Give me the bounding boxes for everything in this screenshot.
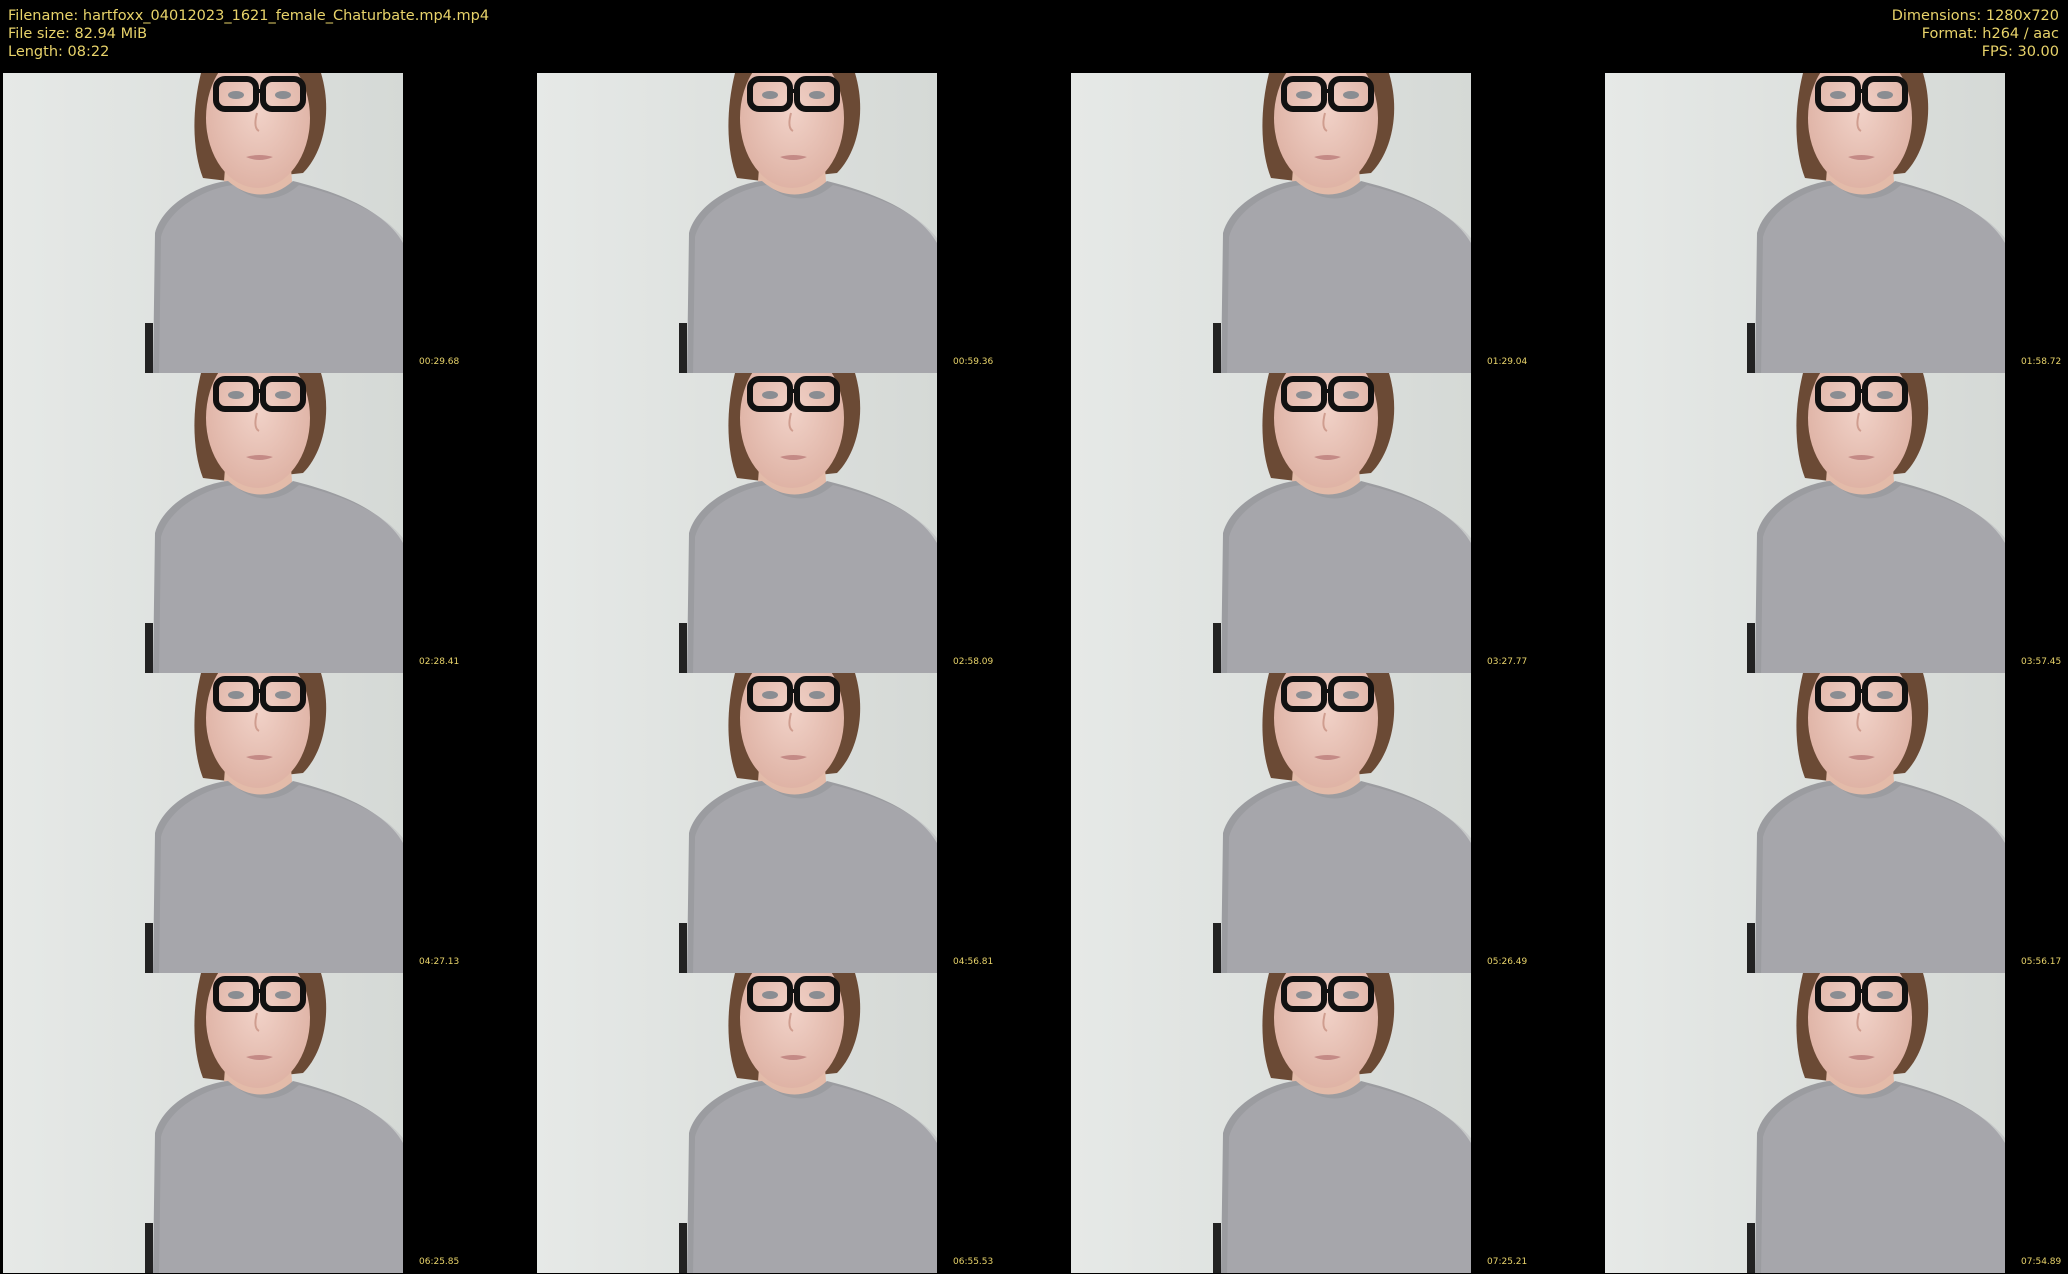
thumbnail-timestamp: 01:58.72 [2021,357,2062,367]
thumbnail-frame [1605,373,2005,673]
video-info: Dimensions: 1280x720 Format: h264 / aac … [1892,7,2059,61]
thumbnail: 06:25.85 [3,973,536,1273]
format-text: Format: h264 / aac [1921,26,2059,42]
thumbnail-timestamp: 00:59.36 [953,357,994,367]
thumbnail-frame [537,673,937,973]
thumbnail: 07:54.89 [1605,973,2068,1273]
thumbnail-timestamp: 02:58.09 [953,657,994,667]
thumbnail-frame [3,373,403,673]
thumbnail: 04:27.13 [3,673,536,973]
filename-text: Filename: hartfoxx_04012023_1621_female_… [8,8,490,24]
thumbnail-frame [537,373,937,673]
dimensions-text: Dimensions: 1280x720 [1891,8,2059,24]
thumbnail: 05:56.17 [1605,673,2068,973]
thumbnail-timestamp: 01:29.04 [1487,357,1528,367]
thumbnail-timestamp: 04:56.81 [953,957,994,967]
thumbnail: 03:57.45 [1605,373,2068,673]
thumbnail-frame [1605,73,2005,373]
thumbnail-frame [3,73,403,373]
length-text: Length: 08:22 [8,44,110,60]
thumbnail-timestamp: 03:57.45 [2021,657,2062,667]
thumbnail-timestamp: 05:26.49 [1487,957,1528,967]
thumbnail-timestamp: 06:55.53 [953,1257,994,1267]
thumbnail-frame [1071,73,1471,373]
thumbnail: 00:59.36 [537,73,1070,373]
thumbnail-timestamp: 00:29.68 [419,357,460,367]
thumbnail-grid: 00:29.68 00:59.36 01:29.04 01:58.72 02:2… [3,73,2068,1274]
thumbnail-frame [1071,373,1471,673]
thumbnail-timestamp: 07:25.21 [1487,1257,1528,1267]
thumbnail: 00:29.68 [3,73,536,373]
file-info: Filename: hartfoxx_04012023_1621_female_… [8,7,489,61]
thumbnail: 01:58.72 [1605,73,2068,373]
thumbnail: 02:28.41 [3,373,536,673]
thumbnail-timestamp: 02:28.41 [419,657,460,667]
thumbnail-timestamp: 04:27.13 [419,957,460,967]
thumbnail-timestamp: 05:56.17 [2021,957,2062,967]
thumbnail: 07:25.21 [1071,973,1604,1273]
thumbnail: 03:27.77 [1071,373,1604,673]
thumbnail-frame [1071,673,1471,973]
fps-text: FPS: 30.00 [1981,44,2059,60]
thumbnail-frame [537,73,937,373]
thumbnail: 04:56.81 [537,673,1070,973]
thumbnail: 05:26.49 [1071,673,1604,973]
thumbnail-frame [3,673,403,973]
thumbnail-frame [1605,673,2005,973]
thumbnail-timestamp: 07:54.89 [2021,1257,2062,1267]
thumbnail-timestamp: 06:25.85 [419,1257,460,1267]
thumbnail-frame [1071,973,1471,1273]
thumbnail-timestamp: 03:27.77 [1487,657,1528,667]
filesize-text: File size: 82.94 MiB [8,26,148,42]
thumbnail: 02:58.09 [537,373,1070,673]
thumbnail: 01:29.04 [1071,73,1604,373]
thumbnail-frame [1605,973,2005,1273]
thumbnail-frame [537,973,937,1273]
thumbnail: 06:55.53 [537,973,1070,1273]
thumbnail-frame [3,973,403,1273]
